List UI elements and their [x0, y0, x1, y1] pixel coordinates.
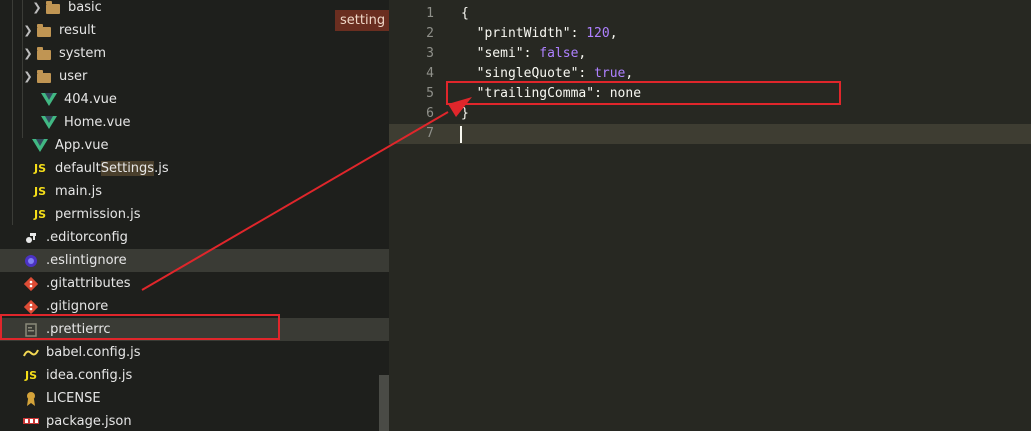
text-cursor [460, 126, 462, 143]
tree-folder-user[interactable]: ❯ user [0, 65, 389, 88]
vue-icon [31, 138, 49, 154]
line-number: 1 [426, 6, 434, 21]
chevron-right-icon: ❯ [23, 70, 33, 83]
tree-folder-result[interactable]: ❯ result [0, 19, 389, 42]
js-icon: JS [33, 208, 46, 221]
tree-file-babel-config-js[interactable]: babel.config.js [0, 341, 389, 364]
current-line: 7 [389, 124, 1031, 144]
tree-file-editorconfig[interactable]: .editorconfig [0, 226, 389, 249]
tree-item-label: defaultSettings.js [55, 161, 169, 176]
folder-icon [35, 23, 53, 39]
prettier-icon [22, 322, 40, 338]
line-content: { [461, 6, 469, 21]
search-match-highlight: Settings [100, 161, 155, 176]
js-icon: JS [33, 162, 46, 175]
line-content: "trailingComma": none [476, 86, 642, 101]
tree-item-label: babel.config.js [46, 345, 141, 360]
line-number: 5 [426, 86, 434, 101]
code-line: 5 "trailingComma": none [389, 84, 1031, 104]
code-line: 1 { [389, 4, 1031, 24]
chevron-right-icon: ❯ [23, 47, 33, 60]
line-number: 4 [426, 66, 434, 81]
tree-file-idea-config-js[interactable]: JS idea.config.js [0, 364, 389, 387]
tree-item-label: result [59, 23, 96, 38]
npm-icon [22, 414, 40, 430]
tree-file-gitattributes[interactable]: .gitattributes [0, 272, 389, 295]
tree-file-permission-js[interactable]: JS permission.js [0, 203, 389, 226]
tree-item-label: package.json [46, 414, 132, 429]
code-editor[interactable]: 1 { 2 "printWidth": 120, 3 "semi": false… [389, 0, 1031, 431]
line-content: "singleQuote": true, [476, 66, 634, 81]
line-content: "semi": false, [476, 46, 587, 61]
tree-file-package-json[interactable]: package.json [0, 410, 389, 431]
tree-folder-system[interactable]: ❯ system [0, 42, 389, 65]
code-line: 2 "printWidth": 120, [389, 24, 1031, 44]
license-icon [22, 391, 40, 407]
js-icon: JS [33, 185, 46, 198]
js-icon: JS [24, 369, 37, 382]
tree-item-label: .gitignore [46, 299, 109, 314]
tree-item-label: .gitattributes [46, 276, 131, 291]
chevron-right-icon: ❯ [23, 24, 33, 37]
tree-item-label: .editorconfig [46, 230, 128, 245]
tree-item-label: 404.vue [64, 92, 117, 107]
folder-icon [44, 0, 62, 16]
vue-icon [40, 92, 58, 108]
eslint-icon [22, 253, 40, 269]
tree-item-label: main.js [55, 184, 102, 199]
tree-file-eslintignore[interactable]: .eslintignore [0, 249, 389, 272]
vue-icon [40, 115, 58, 131]
tree-item-label: idea.config.js [46, 368, 133, 383]
tree-file-prettierrc[interactable]: .prettierrc [0, 318, 389, 341]
tree-file-home-vue[interactable]: Home.vue [0, 111, 389, 134]
tree-item-label: permission.js [55, 207, 141, 222]
babel-icon [22, 345, 40, 361]
tree-file-gitignore[interactable]: .gitignore [0, 295, 389, 318]
line-number: 6 [426, 106, 434, 121]
line-content: "printWidth": 120, [476, 26, 618, 41]
tree-item-label: Home.vue [64, 115, 131, 130]
code-line: 3 "semi": false, [389, 44, 1031, 64]
tree-item-label: LICENSE [46, 391, 101, 406]
tree-file-main-js[interactable]: JS main.js [0, 180, 389, 203]
folder-icon [35, 46, 53, 62]
line-number: 7 [426, 126, 434, 141]
git-icon [22, 299, 40, 315]
tree-file-defaultsettings-js[interactable]: JS defaultSettings.js [0, 157, 389, 180]
line-number: 2 [426, 26, 434, 41]
line-content: } [461, 106, 469, 121]
tree-folder-basic[interactable]: ❯ basic [0, 0, 389, 19]
chevron-right-icon: ❯ [32, 1, 42, 14]
line-number: 3 [426, 46, 434, 61]
editorconfig-icon [22, 230, 40, 246]
tree-item-label: user [59, 69, 88, 84]
search-term-tag: setting [335, 10, 389, 31]
tree-item-label: .prettierrc [46, 322, 111, 337]
file-explorer: ❯ basic ❯ result ❯ system ❯ user 404.vue… [0, 0, 389, 431]
tree-file-404-vue[interactable]: 404.vue [0, 88, 389, 111]
tree-file-license[interactable]: LICENSE [0, 387, 389, 410]
tree-item-label: system [59, 46, 106, 61]
tree-file-app-vue[interactable]: App.vue [0, 134, 389, 157]
git-icon [22, 276, 40, 292]
sidebar-scrollbar[interactable] [379, 375, 389, 431]
tree-item-label: .eslintignore [46, 253, 127, 268]
code-line: 6 } [389, 104, 1031, 124]
folder-icon [35, 69, 53, 85]
code-line: 4 "singleQuote": true, [389, 64, 1031, 84]
tree-item-label: basic [68, 0, 102, 15]
tree-item-label: App.vue [55, 138, 109, 153]
